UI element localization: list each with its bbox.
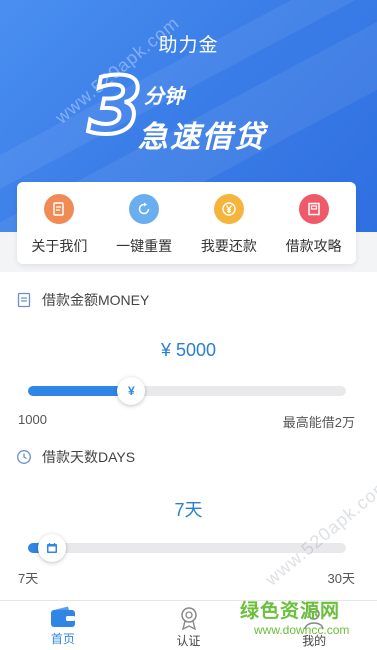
watermark-brand-cn: 绿色资源网 bbox=[240, 601, 341, 622]
refresh-icon bbox=[129, 194, 160, 224]
yen-icon: ¥ bbox=[128, 384, 135, 398]
clock-icon bbox=[16, 449, 32, 465]
menu-item-repay[interactable]: 我要还款 bbox=[187, 182, 272, 264]
loan-days-value: 7天 bbox=[174, 500, 203, 520]
amount-slider[interactable]: ¥ bbox=[28, 377, 346, 405]
wallet-icon bbox=[50, 606, 75, 627]
tab-home[interactable]: 首页 bbox=[0, 601, 126, 650]
amount-min-label: 1000 bbox=[18, 412, 47, 427]
amount-slider-handle[interactable]: ¥ bbox=[117, 377, 146, 405]
yen-coin-icon bbox=[213, 194, 244, 224]
watermark-brand: 绿色资源网 www.downcc.com bbox=[240, 596, 360, 640]
book-icon bbox=[298, 194, 329, 224]
menu-label: 一键重置 bbox=[116, 238, 173, 254]
slogan-unit: 分钟 bbox=[144, 86, 184, 108]
loan-panel: 借款金额MONEY ¥ 5000 ¥ 1000 最高能借2万 借款天数DAYS … bbox=[0, 272, 377, 600]
amount-slider-fill bbox=[28, 386, 132, 396]
tab-label: 首页 bbox=[50, 632, 75, 646]
receipt-icon bbox=[16, 292, 32, 308]
loan-amount-header: 借款金额MONEY bbox=[16, 290, 149, 310]
quick-menu: 关于我们 一键重置 我要还款 借款攻略 bbox=[17, 182, 356, 264]
days-max-label: 30天 bbox=[327, 571, 355, 586]
menu-item-about[interactable]: 关于我们 bbox=[17, 182, 102, 264]
watermark-brand-url: www.downcc.com bbox=[254, 623, 350, 637]
days-min-label: 7天 bbox=[18, 571, 39, 586]
document-icon bbox=[44, 194, 75, 224]
tab-label: 认证 bbox=[176, 634, 201, 648]
loan-days-header: 借款天数DAYS bbox=[16, 447, 135, 467]
tab-verify[interactable]: 认证 bbox=[126, 601, 252, 650]
badge-icon bbox=[180, 607, 197, 630]
loan-days-label: 借款天数DAYS bbox=[42, 449, 136, 465]
watermark-mid: www.520apk.com bbox=[261, 474, 377, 590]
menu-item-guide[interactable]: 借款攻略 bbox=[271, 182, 356, 264]
slogan: 3 分钟 急速借贷 bbox=[86, 66, 288, 156]
loan-amount-value: ¥ 5000 bbox=[160, 340, 217, 360]
days-slider-handle[interactable] bbox=[38, 534, 66, 562]
calendar-icon bbox=[47, 543, 57, 553]
slogan-text: 急速借贷 bbox=[138, 121, 266, 154]
menu-label: 关于我们 bbox=[31, 238, 88, 254]
menu-label: 我要还款 bbox=[200, 238, 257, 254]
amount-max-label: 最高能借2万 bbox=[282, 415, 355, 430]
menu-label: 借款攻略 bbox=[285, 238, 342, 254]
page-title: 助力金 bbox=[158, 35, 219, 56]
menu-item-reset[interactable]: 一键重置 bbox=[102, 182, 187, 264]
loan-amount-label: 借款金额MONEY bbox=[42, 292, 150, 308]
